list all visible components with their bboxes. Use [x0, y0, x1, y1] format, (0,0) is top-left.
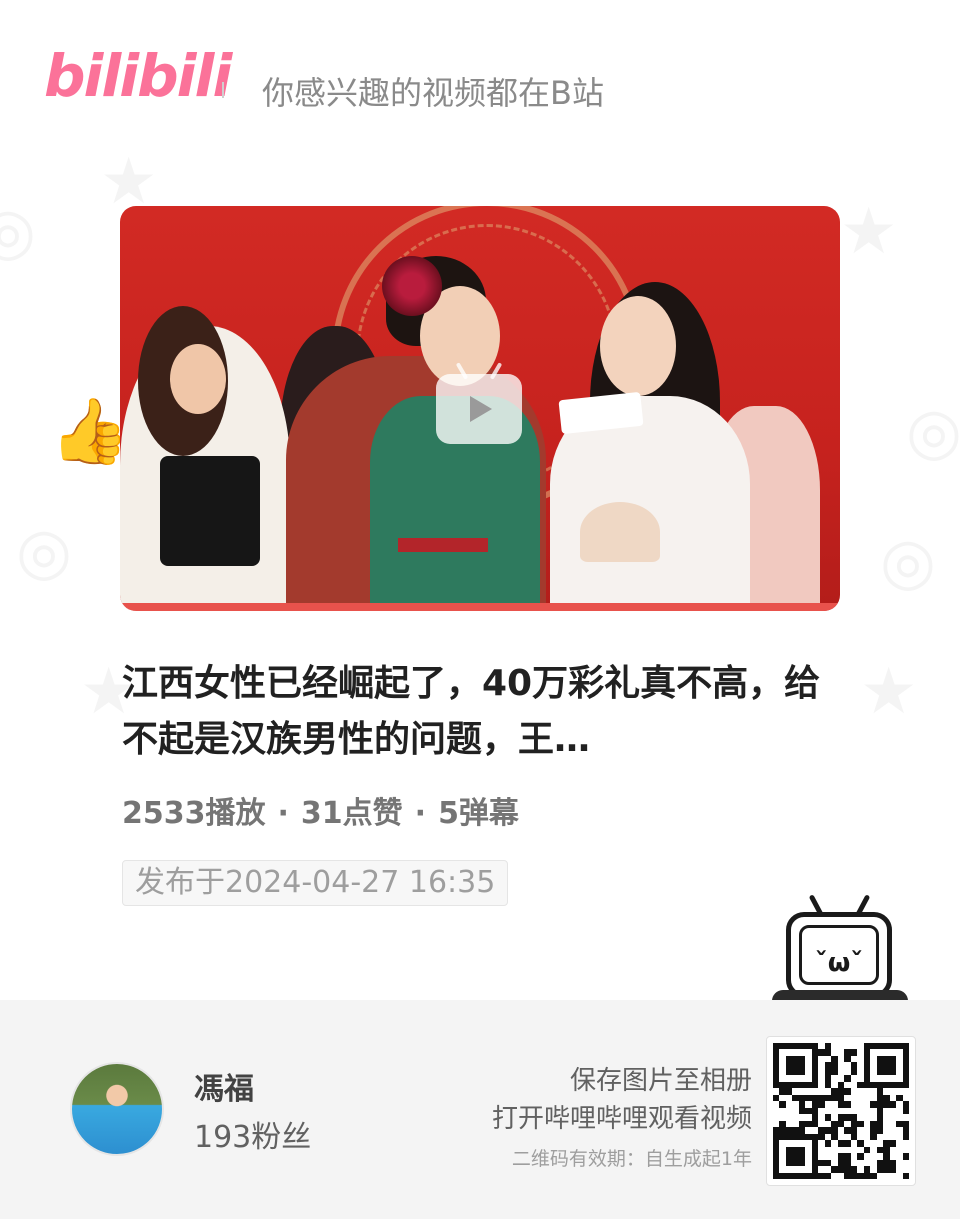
bg-star-icon: ★ [840, 195, 898, 269]
uploader-name[interactable]: 馮福 [194, 1064, 254, 1108]
share-footer: 馮福 193粉丝 保存图片至相册 打开哔哩哔哩观看视频 二维码有效期：自生成起1… [0, 1000, 960, 1219]
uploader-fans: 193粉丝 [194, 1120, 312, 1155]
tv-screen: ˇωˇ [799, 925, 879, 985]
stats-separator: · [277, 796, 289, 831]
person-face [170, 344, 226, 414]
video-title: 江西女性已经崛起了，40万彩礼真不高，给不起是汉族男性的问题，王… [122, 663, 821, 760]
bilibili-tv-mascot-icon: ˇωˇ [772, 894, 908, 1014]
person-top [160, 456, 260, 566]
interviewee-face [600, 296, 676, 396]
play-count: 2533播放 [122, 796, 266, 831]
bg-coin-icon: ◎ [906, 395, 960, 469]
bg-star-icon: ★ [860, 655, 918, 729]
tv-body: ˇωˇ [786, 912, 892, 998]
danmaku-count: 5弹幕 [438, 796, 519, 831]
video-thumbnail[interactable] [120, 206, 840, 611]
open-app-hint: 打开哔哩哔哩观看视频 [491, 1104, 752, 1134]
hanfu-belt [398, 538, 488, 552]
publish-date: 发布于2024-04-27 16:35 [122, 860, 509, 906]
qr-validity-note: 二维码有效期：自生成起1年 [511, 1148, 752, 1170]
bg-coin-icon: ◎ [880, 525, 936, 599]
bilibili-logo: bilibili [44, 42, 232, 110]
header: bilibili 你感兴趣的视频都在B站 [44, 40, 924, 120]
mascot-face: ˇωˇ [814, 948, 864, 978]
bg-star-icon: ★ [100, 145, 158, 219]
stats-separator: · [414, 796, 427, 831]
hair-flower [382, 256, 442, 316]
stage-rail [120, 603, 840, 611]
hand-fan [580, 502, 660, 562]
qr-module [902, 1172, 909, 1179]
bg-coin-icon: ◎ [16, 515, 72, 589]
qr-code-matrix [773, 1043, 909, 1179]
bg-thumb-icon: 👍 [50, 395, 130, 469]
tv-play-icon[interactable] [436, 374, 522, 444]
play-triangle-icon [470, 396, 492, 422]
header-divider [222, 82, 224, 98]
save-hint: 保存图片至相册 [569, 1066, 752, 1096]
uploader-avatar[interactable] [70, 1062, 164, 1156]
video-stats: 2533播放 · 31点赞 · 5弹幕 [122, 788, 519, 832]
bg-coin-icon: ◎ [0, 195, 36, 269]
header-slogan: 你感兴趣的视频都在B站 [262, 74, 604, 112]
like-count: 31点赞 [300, 796, 403, 831]
qr-code[interactable] [766, 1036, 916, 1186]
